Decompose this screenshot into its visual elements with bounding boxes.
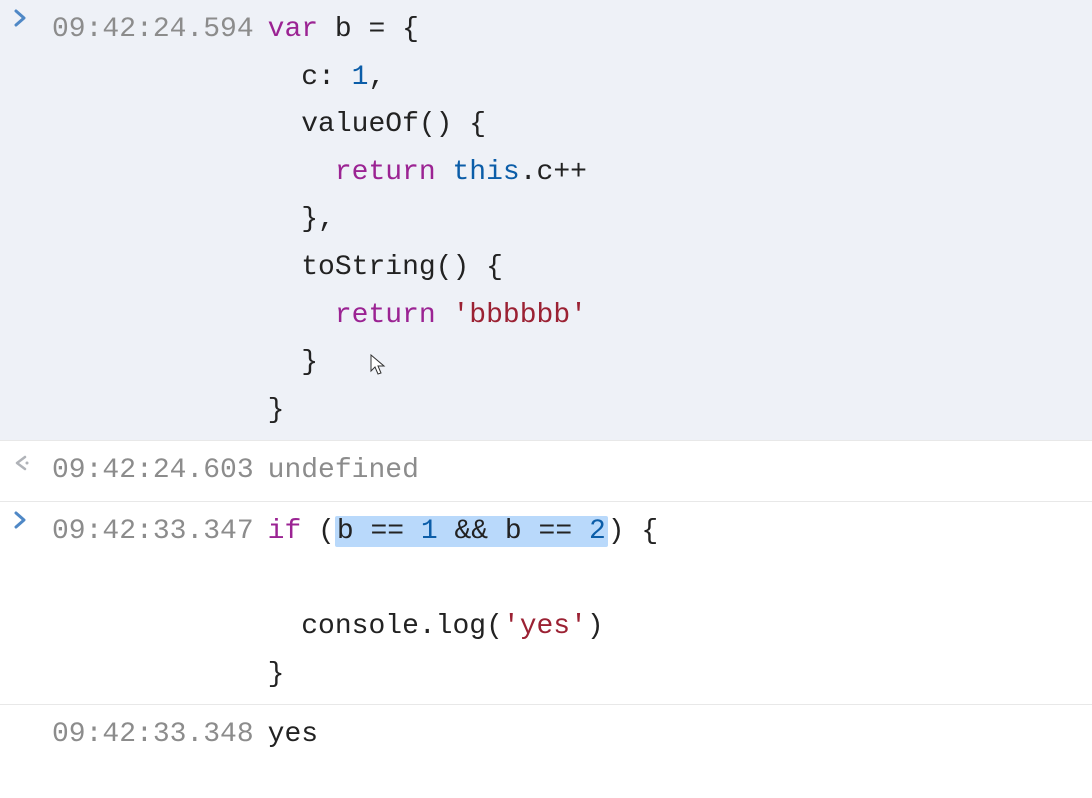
timestamp: 09:42:24.594 <box>52 6 268 54</box>
console-code[interactable]: var b = { c: 1, valueOf() { return this.… <box>268 6 1084 434</box>
log-arrow-spacer <box>12 711 52 713</box>
output-arrow-icon <box>12 447 52 473</box>
console-return-value: undefined <box>268 447 1084 495</box>
console-output-row: 09:42:24.603 undefined <box>0 441 1092 502</box>
timestamp: 09:42:33.348 <box>52 711 268 759</box>
console-log-value: yes <box>268 711 1084 759</box>
console-input-row[interactable]: 09:42:24.594 var b = { c: 1, valueOf() {… <box>0 0 1092 441</box>
timestamp: 09:42:24.603 <box>52 447 268 495</box>
console-log-row: 09:42:33.348 yes <box>0 705 1092 765</box>
input-arrow-icon <box>12 508 52 530</box>
console-code[interactable]: if (b == 1 && b == 2) { console.log('yes… <box>268 508 1084 698</box>
input-arrow-icon <box>12 6 52 28</box>
console-input-row[interactable]: 09:42:33.347 if (b == 1 && b == 2) { con… <box>0 502 1092 705</box>
timestamp: 09:42:33.347 <box>52 508 268 556</box>
